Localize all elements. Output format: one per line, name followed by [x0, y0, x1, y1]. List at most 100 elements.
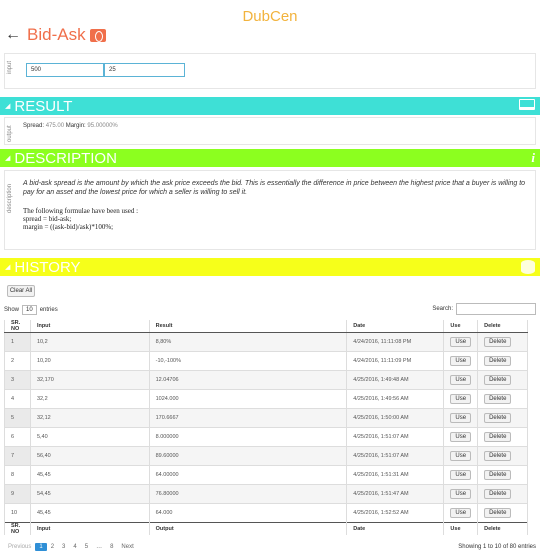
ask-input[interactable]: 25	[104, 63, 185, 77]
search-input[interactable]	[456, 303, 536, 315]
cell-input: 32,2	[29, 389, 150, 409]
column-header-use[interactable]: Use	[443, 320, 478, 333]
cell-result: 64.000	[148, 503, 347, 523]
footer-use: Use	[443, 522, 478, 535]
column-header-sr-no[interactable]: SR. NO	[4, 320, 31, 333]
output-section-label: output	[7, 125, 13, 142]
result-header[interactable]: ◢ RESULT	[0, 97, 540, 115]
delete-button[interactable]: Delete	[484, 356, 512, 366]
use-button[interactable]: Use	[450, 432, 472, 442]
cell-use: Use	[443, 503, 478, 523]
app-title: DubCen	[242, 8, 298, 25]
result-text: Spread: 475.00 Margin: 95.00000%	[23, 123, 118, 129]
delete-button[interactable]: Delete	[484, 470, 512, 480]
collapse-triangle-icon: ◢	[5, 103, 11, 110]
use-button[interactable]: Use	[450, 356, 472, 366]
column-header-result[interactable]: Result	[148, 320, 347, 333]
pagination-page[interactable]: 3	[58, 543, 69, 551]
delete-button[interactable]: Delete	[484, 413, 512, 423]
cell-sr-no: 6	[4, 427, 31, 447]
formula-spread: spread = bid-ask;	[23, 215, 72, 223]
cell-use: Use	[443, 389, 478, 409]
column-header-delete[interactable]: Delete	[477, 320, 528, 333]
cell-delete: Delete	[477, 503, 528, 523]
cell-date: 4/25/2016, 1:51:47 AM	[346, 484, 444, 504]
pagination-page[interactable]: 5	[81, 543, 92, 551]
history-header[interactable]: ◢ HISTORY	[0, 258, 540, 276]
cell-use: Use	[443, 446, 478, 466]
delete-button[interactable]: Delete	[484, 337, 512, 347]
clear-all-button[interactable]: Clear All	[7, 285, 35, 297]
delete-button[interactable]: Delete	[484, 508, 512, 518]
cell-date: 4/24/2016, 11:11:09 PM	[346, 351, 444, 371]
table-row: 2 10,20 -10,-100% 4/24/2016, 11:11:09 PM Use…	[4, 351, 528, 371]
cell-delete: Delete	[477, 427, 528, 447]
input-section-label: input	[7, 60, 13, 74]
pagination-page[interactable]: 8	[106, 543, 117, 551]
search-control: Search:	[432, 303, 536, 315]
pagination: Previous 1 2 3 4 5 … 8 Next	[4, 543, 138, 551]
cell-date: 4/25/2016, 1:51:31 AM	[346, 465, 444, 485]
description-header[interactable]: ◢ DESCRIPTION i	[0, 149, 540, 167]
collapse-triangle-icon: ◢	[5, 264, 11, 271]
pagination-next[interactable]: Next	[117, 543, 137, 551]
cell-use: Use	[443, 427, 478, 447]
formula-margin: margin = ((ask-bid)/ask)*100%;	[23, 223, 114, 231]
info-icon: i	[531, 150, 535, 165]
cell-delete: Delete	[477, 389, 528, 409]
cell-sr-no: 8	[4, 465, 31, 485]
cell-use: Use	[443, 351, 478, 371]
delete-button[interactable]: Delete	[484, 432, 512, 442]
bid-input[interactable]: 500	[26, 63, 104, 77]
pagination-page[interactable]: 4	[69, 543, 80, 551]
cell-input: 10,2	[29, 332, 150, 352]
pagination-page[interactable]: 2	[47, 543, 58, 551]
spread-label: Spread:	[23, 123, 45, 129]
cell-delete: Delete	[477, 446, 528, 466]
entries-label: entries	[39, 307, 58, 313]
search-label: Search:	[432, 306, 453, 312]
use-button[interactable]: Use	[450, 508, 472, 518]
footer-input: Input	[29, 522, 150, 535]
column-header-input[interactable]: Input	[29, 320, 150, 333]
result-header-label: RESULT	[14, 97, 73, 115]
description-text: A bid-ask spread is the amount by which …	[23, 180, 526, 196]
cell-input: 45,45	[29, 465, 150, 485]
page-header: ← Bid-Ask	[5, 25, 106, 45]
cell-date: 4/25/2016, 1:50:00 AM	[346, 408, 444, 428]
pagination-previous[interactable]: Previous	[4, 543, 35, 551]
cell-date: 4/25/2016, 1:51:07 AM	[346, 427, 444, 447]
show-label: Show	[4, 307, 20, 313]
table-row: 10 45,45 64.000 4/25/2016, 1:52:52 AM Use Del…	[4, 503, 528, 523]
pagination-page[interactable]: 1	[35, 543, 47, 551]
entries-select[interactable]: 10	[22, 305, 37, 315]
use-button[interactable]: Use	[450, 451, 472, 461]
table-row: 1 10,2 8,80% 4/24/2016, 11:11:08 PM Use Delet…	[4, 332, 528, 352]
cell-delete: Delete	[477, 370, 528, 390]
use-button[interactable]: Use	[450, 470, 472, 480]
use-button[interactable]: Use	[450, 337, 472, 347]
cell-date: 4/24/2016, 11:11:08 PM	[346, 332, 444, 352]
use-button[interactable]: Use	[450, 489, 472, 499]
cell-sr-no: 2	[4, 351, 31, 371]
entries-length-control: Show 10 entries	[4, 305, 58, 315]
collapse-triangle-icon: ◢	[5, 155, 11, 162]
table-footer-row: SR. NO Input Output Date Use Delete	[4, 522, 528, 535]
description-panel: description A bid-ask spread is the amou…	[4, 170, 536, 250]
use-button[interactable]: Use	[450, 413, 472, 423]
cell-use: Use	[443, 465, 478, 485]
use-button[interactable]: Use	[450, 394, 472, 404]
cell-use: Use	[443, 332, 478, 352]
input-panel: input 500 25	[4, 53, 536, 89]
use-button[interactable]: Use	[450, 375, 472, 385]
delete-button[interactable]: Delete	[484, 375, 512, 385]
spread-value: 475.00	[45, 123, 65, 129]
back-arrow-icon[interactable]: ←	[5, 26, 21, 44]
calculator-icon	[89, 28, 106, 42]
cell-delete: Delete	[477, 484, 528, 504]
cell-result: 12.04706	[148, 370, 347, 390]
delete-button[interactable]: Delete	[484, 394, 512, 404]
delete-button[interactable]: Delete	[484, 451, 512, 461]
column-header-date[interactable]: Date	[346, 320, 444, 333]
delete-button[interactable]: Delete	[484, 489, 512, 499]
